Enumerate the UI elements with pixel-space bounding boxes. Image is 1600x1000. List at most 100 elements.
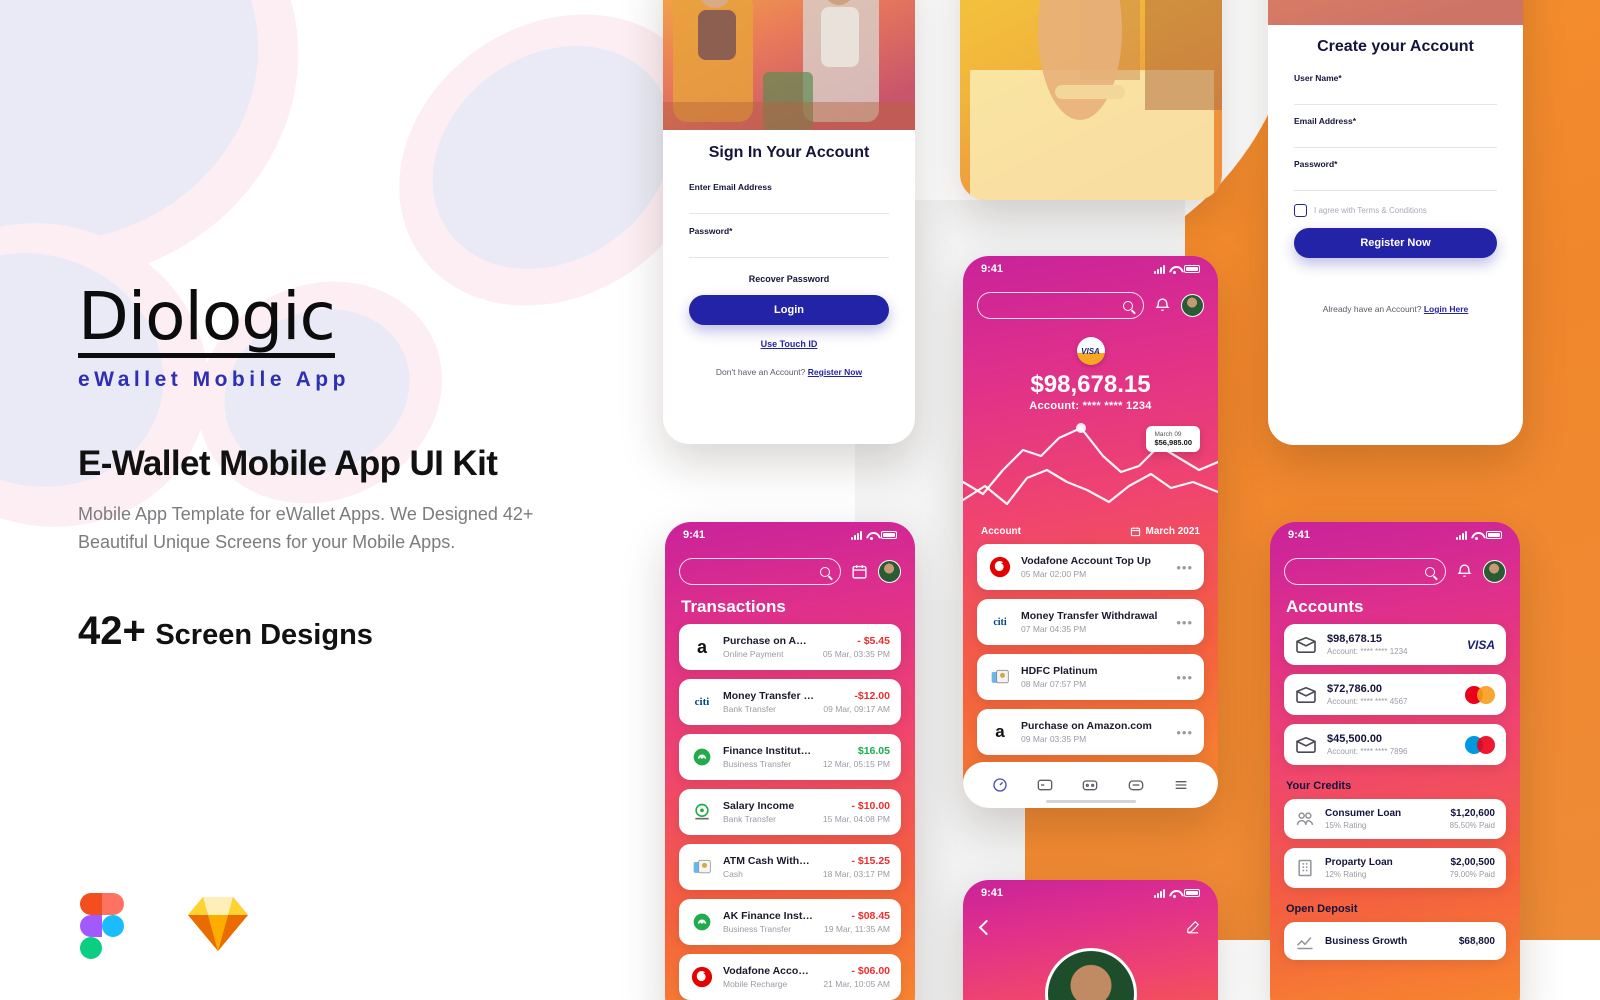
transaction-datetime: 15 Mar, 04:08 PM	[822, 814, 890, 824]
list-item[interactable]: $98,678.15 Account: **** **** 1234 VISA	[1284, 624, 1506, 665]
search-icon	[1425, 566, 1435, 577]
list-item[interactable]: $72,786.00 Account: **** **** 4567	[1284, 674, 1506, 715]
row-more-icon[interactable]: •••	[1176, 560, 1193, 575]
transaction-datetime: 05 Mar, 03:35 PM	[822, 649, 890, 659]
table-row[interactable]: Vodafone Account Top Up Mobile Recharge …	[679, 954, 901, 1000]
signin-password-input[interactable]	[689, 236, 889, 258]
menu-icon[interactable]	[1172, 777, 1190, 793]
bell-icon[interactable]	[1456, 563, 1473, 580]
wallet-icon	[1296, 686, 1316, 703]
finance-icon	[690, 910, 714, 934]
account-number: Account: **** **** 4567	[1327, 697, 1408, 706]
avatar[interactable]	[1181, 294, 1204, 317]
list-header-right: March 2021	[1145, 526, 1200, 537]
transaction-name: AK Finance Institute Co	[723, 910, 815, 922]
table-row[interactable]: a Purchase on Amazon.com 09 Mar 03:35 PM…	[977, 709, 1204, 755]
citi-icon: citi	[694, 696, 710, 708]
login-button[interactable]: Login	[689, 295, 889, 325]
list-item[interactable]: Business Growth $68,800	[1284, 922, 1506, 960]
back-arrow-icon[interactable]	[978, 919, 995, 935]
edit-pencil-icon[interactable]	[1186, 920, 1200, 934]
transaction-category: Business Transfer	[723, 924, 792, 934]
table-row[interactable]: citi Money Transfer Withdrawal 07 Mar 04…	[977, 599, 1204, 645]
transaction-datetime: 19 Mar, 11:35 AM	[824, 924, 890, 934]
wallet-icon	[1296, 736, 1316, 753]
register-email-input[interactable]	[1294, 126, 1497, 148]
list-item[interactable]: $45,500.00 Account: **** **** 7896	[1284, 724, 1506, 765]
register-hero-photo	[1268, 0, 1523, 25]
transaction-name: HDFC Platinum	[1021, 665, 1098, 677]
chart-tooltip: March 09 $56,985.00	[1146, 426, 1200, 452]
transactions-search-input[interactable]	[679, 558, 841, 585]
amazon-icon: a	[696, 636, 707, 657]
profile-avatar[interactable]	[1044, 948, 1137, 1000]
credit-name: Proparty Loan	[1325, 857, 1393, 868]
deposit-name: Business Growth	[1325, 935, 1408, 947]
battery-icon	[1184, 265, 1200, 273]
account-number: Account: **** **** 1234	[1327, 647, 1408, 656]
transaction-datetime: 05 Mar 02:00 PM	[1021, 569, 1087, 579]
table-row[interactable]: Salary Income Bank Transfer - $10.00 15 …	[679, 789, 901, 835]
battery-icon	[1486, 531, 1502, 539]
marketing-copy: Diologic eWallet Mobile App E-Wallet Mob…	[78, 282, 638, 654]
register-button[interactable]: Register Now	[1294, 228, 1497, 258]
phone-transactions-screen: 9:41 Transactions a Purchase on Amazon.c…	[665, 522, 915, 1000]
accounts-title: Accounts	[1286, 597, 1364, 616]
status-time: 9:41	[981, 887, 1004, 899]
dashboard-search-input[interactable]	[977, 292, 1144, 319]
accounts-card-list: $98,678.15 Account: **** **** 1234 VISA …	[1270, 624, 1520, 765]
recover-password-link[interactable]: Recover Password	[689, 274, 889, 284]
register-username-input[interactable]	[1294, 83, 1497, 105]
battery-icon	[881, 531, 897, 539]
signin-hero-photo	[663, 0, 915, 130]
table-row[interactable]: HDFC Platinum 08 Mar 07:57 PM •••	[977, 654, 1204, 700]
table-row[interactable]: a Purchase on Amazon.com Online Payment …	[679, 624, 901, 670]
signin-title: Sign In Your Account	[708, 144, 870, 161]
dashboard-icon[interactable]	[991, 777, 1009, 793]
transaction-name: Purchase on Amazon.com	[723, 635, 814, 647]
signin-email-input[interactable]	[689, 192, 889, 214]
credits-section-title: Your Credits	[1286, 780, 1352, 792]
calendar-icon	[1130, 527, 1140, 537]
row-more-icon[interactable]: •••	[1176, 670, 1193, 685]
people-icon	[1296, 812, 1314, 825]
list-item[interactable]: Proparty Loan 12% Rating $2,00,500 79.00…	[1284, 848, 1506, 888]
maestro-logo-icon	[1465, 735, 1495, 754]
row-more-icon[interactable]: •••	[1176, 615, 1193, 630]
cards-icon[interactable]	[1036, 777, 1054, 793]
table-row[interactable]: Finance Institute Co Business Transfer $…	[679, 734, 901, 780]
list-item[interactable]: Consumer Loan 15% Rating $1,20,600 85.50…	[1284, 799, 1506, 839]
avatar[interactable]	[1483, 560, 1506, 583]
vodafone-icon	[690, 965, 714, 989]
transactions-status-bar: 9:41	[665, 522, 915, 548]
status-indicators	[1456, 530, 1502, 540]
table-row[interactable]: Vodafone Account Top Up 05 Mar 02:00 PM …	[977, 544, 1204, 590]
terms-checkbox[interactable]	[1294, 204, 1307, 217]
balance-chart: March 09 $56,985.00	[963, 412, 1218, 522]
transaction-name: ATM Cash Withdrawal	[723, 855, 814, 867]
bell-icon[interactable]	[1154, 297, 1171, 314]
account-number: Account: **** **** 7896	[1327, 747, 1408, 756]
screen-count-line: 42+ Screen Designs	[78, 609, 638, 654]
signal-icon	[1456, 530, 1467, 540]
calendar-icon[interactable]	[851, 563, 868, 580]
accounts-search-input[interactable]	[1284, 558, 1446, 585]
signin-bottom-link: Don't have an Account? Register Now	[689, 367, 889, 377]
wallet-icon[interactable]	[1081, 777, 1099, 793]
row-more-icon[interactable]: •••	[1176, 725, 1193, 740]
login-here-link[interactable]: Login Here	[1424, 304, 1468, 314]
table-row[interactable]: ATM Cash Withdrawal Cash - $15.25 18 Mar…	[679, 844, 901, 890]
terms-row[interactable]: I agree with Terms & Conditions	[1294, 204, 1497, 217]
table-row[interactable]: AK Finance Institute Co Business Transfe…	[679, 899, 901, 945]
profile-toolbar	[963, 906, 1218, 935]
table-row[interactable]: citi Money Transfer Withdrawal Bank Tran…	[679, 679, 901, 725]
register-now-link[interactable]: Register Now	[808, 367, 862, 377]
balance-block: VISA $98,678.15 Account: **** **** 1234	[963, 337, 1218, 412]
register-password-input[interactable]	[1294, 169, 1497, 191]
month-filter[interactable]: March 2021	[1130, 526, 1200, 537]
transaction-name: Money Transfer Withdrawal	[1021, 610, 1158, 622]
wifi-icon	[1471, 531, 1482, 540]
use-touch-id-link[interactable]: Use Touch ID	[689, 339, 889, 349]
avatar[interactable]	[878, 560, 901, 583]
payments-icon[interactable]	[1127, 777, 1145, 793]
